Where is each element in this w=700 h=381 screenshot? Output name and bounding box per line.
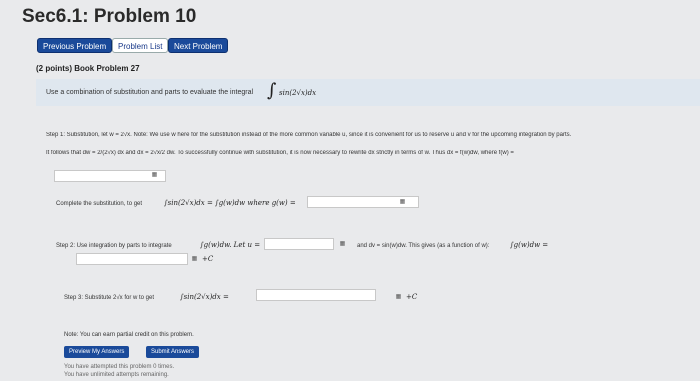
step2-int: ∫g(w)dw. Let u = [200, 241, 261, 249]
integral-sign: ∫ [267, 80, 277, 101]
previous-problem-button[interactable]: Previous Problem [37, 38, 113, 53]
step2-result-label: ∫g(w)dw = [510, 241, 549, 249]
complete-sub-eq: ∫sin(2√x)dx = ∫g(w)dw where g(w) = [164, 199, 296, 207]
next-problem-button[interactable]: Next Problem [168, 38, 229, 53]
step1-follows: It follows that dw = 2/(2√x) dx and dx =… [46, 150, 514, 156]
step3-plus-c: +C [406, 293, 418, 301]
partial-credit-note: Note: You can earn partial credit on thi… [64, 332, 194, 338]
step2-text: Step 2: Use integration by parts to inte… [56, 243, 172, 249]
equation-editor-icon[interactable]: ▦ [150, 172, 159, 179]
problem-points: (2 points) Book Problem 27 [36, 64, 140, 73]
prompt-text: Use a combination of substitution and pa… [46, 89, 254, 96]
step2-plus-c: +C [202, 255, 214, 263]
complete-sub-text: Complete the substitution, to get [56, 201, 143, 207]
problem-prompt-box: Use a combination of substitution and pa… [36, 79, 700, 106]
equation-editor-icon[interactable]: ▦ [398, 199, 407, 206]
page-title: Sec6.1: Problem 10 [22, 6, 197, 27]
step2-result-input[interactable] [76, 253, 188, 265]
u-answer-input[interactable] [264, 238, 334, 250]
attempts-text: You have attempted this problem 0 times. [64, 364, 175, 370]
submit-answers-button[interactable]: Submit Answers [146, 346, 200, 358]
step3-text: Step 3: Substitute 2√x for w to get [64, 295, 155, 301]
step3-int: ∫sin(2√x)dx = [180, 293, 229, 301]
prompt-integral: sin(2√x)dx [279, 89, 317, 97]
attempts-remaining-text: You have unlimited attempts remaining. [64, 372, 169, 378]
equation-editor-icon[interactable]: ▦ [394, 294, 403, 301]
step1-text: Step 1: Substitution, let w = 2√x. Note:… [46, 132, 572, 138]
equation-editor-icon[interactable]: ▦ [338, 241, 347, 248]
equation-editor-icon[interactable]: ▦ [190, 256, 199, 263]
step3-answer-input[interactable] [256, 289, 376, 301]
preview-answers-button[interactable]: Preview My Answers [64, 346, 130, 358]
step2-dv-text: and dv = sin(w)dw. This gives (as a func… [357, 243, 490, 249]
problem-list-button[interactable]: Problem List [112, 38, 169, 53]
